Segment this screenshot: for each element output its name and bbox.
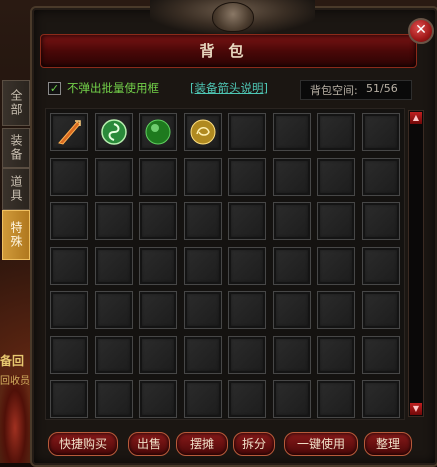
demon-face-icon [212,2,254,32]
tab-2[interactable]: 道具 [2,168,30,210]
bag-space-label: 背包空间: [310,84,358,97]
inventory-slot[interactable] [50,202,88,240]
sort-button[interactable]: 整理 [364,432,412,456]
inventory-slot[interactable] [139,335,177,374]
tab-1[interactable]: 装备 [2,128,30,168]
inventory-slot[interactable] [94,157,133,196]
inventory-slot[interactable] [183,113,222,151]
inventory-slot[interactable] [272,157,311,196]
inventory-slot[interactable] [361,335,400,374]
inventory-slot[interactable] [94,291,133,329]
inventory-slot[interactable] [317,380,355,418]
inventory-slot[interactable] [183,202,222,240]
demon-face-ornament [150,0,315,34]
scroll-down-icon[interactable]: ▼ [410,403,422,415]
golden-dragon-orb-icon[interactable] [189,118,217,146]
inventory-slot[interactable] [317,291,355,329]
no-batch-popup-label[interactable]: 不弹出批量使用框 [67,80,159,96]
title-bar[interactable]: 背包 [40,34,417,68]
inventory-grid [45,108,405,420]
inventory-slot[interactable] [361,157,400,196]
inventory-slot[interactable] [317,335,355,374]
inventory-slot[interactable] [183,380,222,418]
inventory-slot[interactable] [228,113,266,151]
inventory-slot[interactable] [50,113,88,151]
inventory-slot[interactable] [361,380,400,418]
inventory-slot[interactable] [183,335,222,374]
inventory-slot[interactable] [139,157,177,196]
inventory-slot[interactable] [228,380,266,418]
inventory-slot[interactable] [183,291,222,329]
stall-button[interactable]: 摆摊 [176,432,228,456]
background-text-2: 回收员 [0,376,30,387]
inventory-slot[interactable] [183,246,222,285]
inventory-slot[interactable] [50,246,88,285]
window-title: 背包 [199,42,258,60]
inventory-slot[interactable] [272,246,311,285]
inventory-scrollbar[interactable]: ▲ ▼ [408,110,424,417]
inventory-slot[interactable] [361,202,400,240]
close-button[interactable]: ✕ [408,18,434,44]
inventory-slot[interactable] [317,202,355,240]
inventory-slot[interactable] [272,335,311,374]
flame-sword-icon[interactable] [55,118,83,146]
inventory-slot[interactable] [361,113,400,151]
inventory-slot[interactable] [317,157,355,196]
sell-button[interactable]: 出售 [128,432,170,456]
inventory-slot[interactable] [272,291,311,329]
npc-character [0,375,30,463]
inventory-slot[interactable] [139,246,177,285]
inventory-slot[interactable] [94,380,133,418]
inventory-slot[interactable] [228,291,266,329]
inventory-slot[interactable] [317,113,355,151]
inventory-slot[interactable] [139,113,177,151]
inventory-slot[interactable] [94,113,133,151]
inventory-slot[interactable] [361,246,400,285]
inventory-slot[interactable] [228,246,266,285]
inventory-slot[interactable] [50,291,88,329]
inventory-slot[interactable] [272,113,311,151]
scroll-up-icon[interactable]: ▲ [410,112,422,124]
tab-3[interactable]: 特殊 [2,210,30,260]
inventory-slot[interactable] [317,246,355,285]
inventory-slot[interactable] [50,157,88,196]
inventory-slot[interactable] [228,202,266,240]
inventory-slot[interactable] [50,380,88,418]
inventory-slot[interactable] [50,335,88,374]
inventory-slot[interactable] [139,202,177,240]
inventory-slot[interactable] [94,202,133,240]
tab-0[interactable]: 全部 [2,80,30,126]
background-text-1: 备回 [0,354,25,368]
inventory-slot[interactable] [94,246,133,285]
equip-arrow-help-link[interactable]: [装备箭头说明] [190,80,268,96]
no-batch-popup-checkbox[interactable]: ✓ [48,82,61,95]
one-click-use-button[interactable]: 一键使用 [284,432,358,456]
inventory-slot[interactable] [272,380,311,418]
quick-buy-button[interactable]: 快捷购买 [48,432,118,456]
inventory-slot[interactable] [272,202,311,240]
green-swirl-orb-icon[interactable] [100,118,128,146]
inventory-slot[interactable] [228,157,266,196]
inventory-slot[interactable] [183,157,222,196]
split-button[interactable]: 拆分 [233,432,275,456]
inventory-slot[interactable] [94,335,133,374]
inventory-slot[interactable] [361,291,400,329]
inventory-slot[interactable] [139,291,177,329]
bag-space-value: 51/56 [366,82,398,95]
inventory-slot[interactable] [228,335,266,374]
inventory-slot[interactable] [139,380,177,418]
green-jade-orb-icon[interactable] [144,118,172,146]
